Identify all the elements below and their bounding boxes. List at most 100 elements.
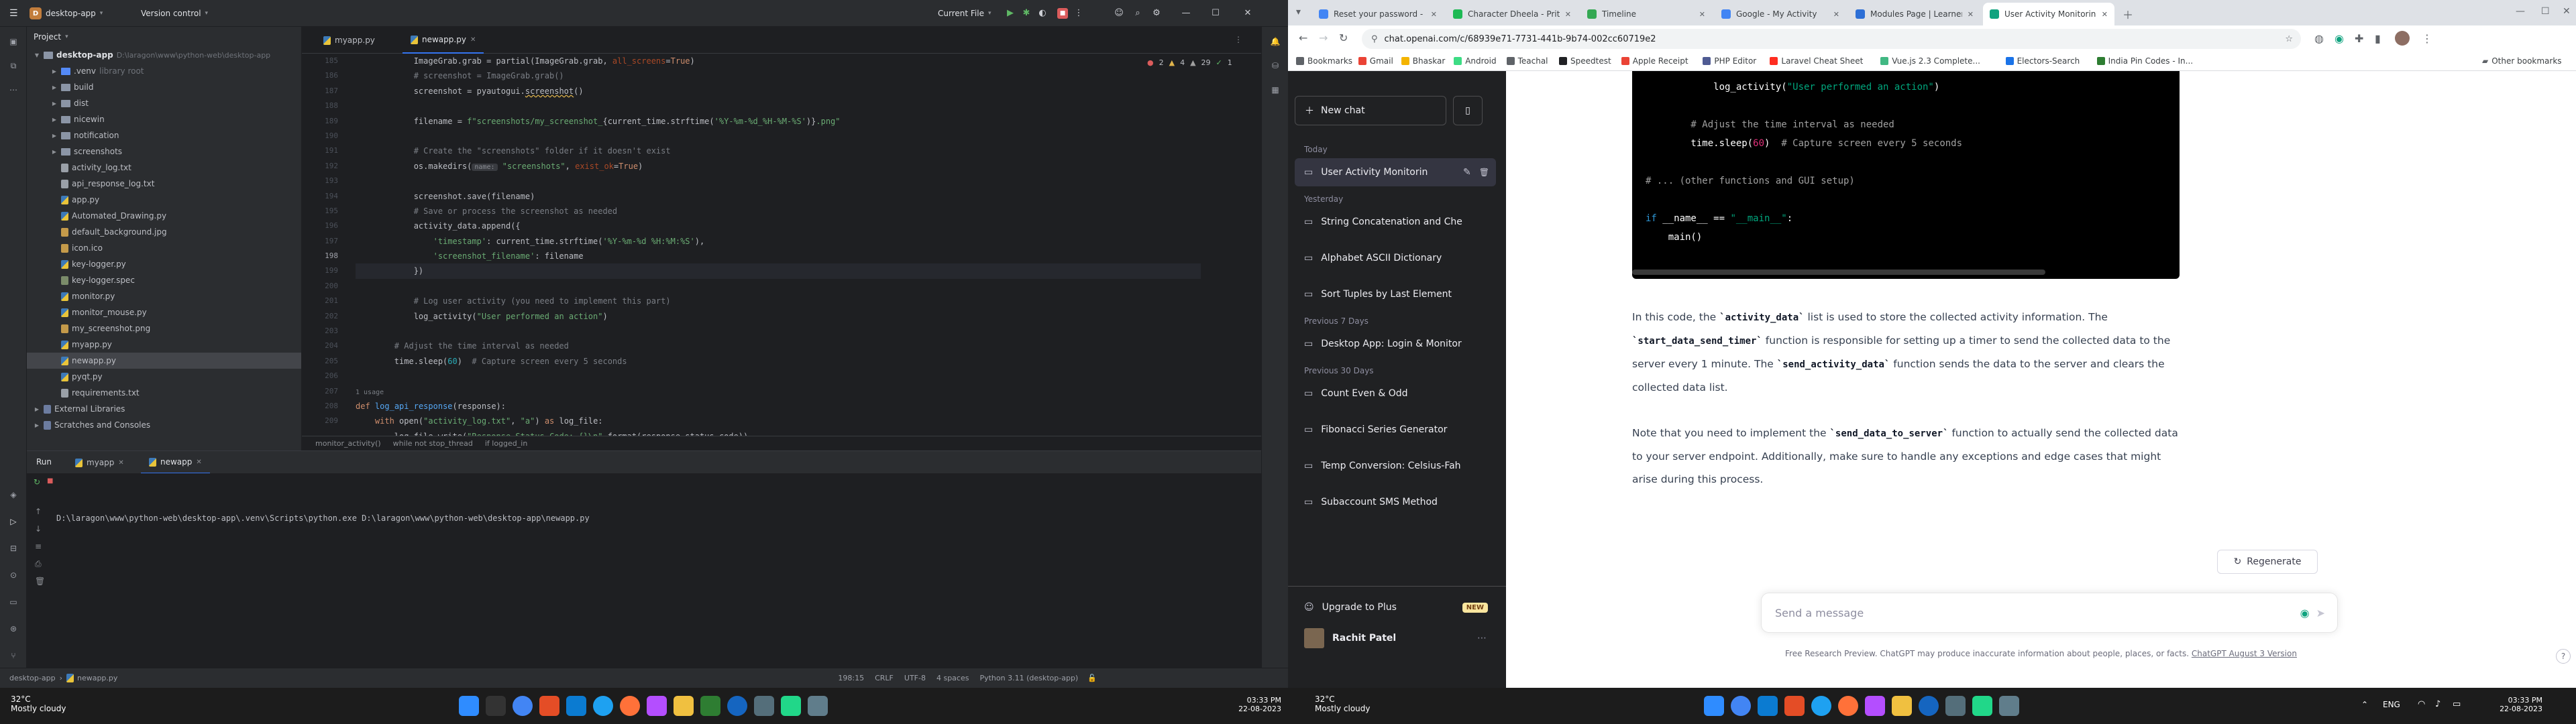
bookmark-item[interactable]: Vue.js 2.3 Complete... [1880, 55, 1980, 67]
bookmark-item[interactable]: Speedtest [1559, 55, 1611, 67]
git-icon[interactable]: ⑂ [8, 650, 19, 661]
bookmark-item[interactable]: Laravel Cheat Sheet [1770, 55, 1863, 67]
puzzle-icon[interactable]: ✚ [2355, 32, 2363, 45]
conversation-item[interactable]: ▭ String Concatenation and Che [1295, 208, 1496, 236]
soft-wrap-icon[interactable]: ≡ [35, 542, 42, 551]
tab-search-icon[interactable]: ▾ [1296, 7, 1301, 17]
close-icon[interactable]: ✕ [2563, 6, 2571, 17]
app-icon[interactable] [754, 696, 774, 716]
send-icon[interactable]: ➤ [2316, 607, 2325, 619]
minimize-icon[interactable]: — [1181, 8, 1191, 19]
profile-avatar[interactable] [2395, 31, 2410, 46]
debug-icon[interactable]: ✱ [1021, 8, 1032, 19]
tree-item[interactable]: requirements.txt [27, 385, 301, 401]
run-tool-icon[interactable]: ▷ [8, 516, 19, 527]
more-icon[interactable]: ⋯ [1477, 633, 1487, 644]
new-chat-button[interactable]: ＋ New chat [1295, 96, 1446, 125]
weather-widget[interactable]: 32°C Mostly cloudy [11, 695, 66, 713]
maximize-icon[interactable]: ☐ [2541, 6, 2550, 17]
run-icon[interactable]: ▶ [1005, 8, 1016, 19]
browser-tab[interactable]: Character Dheela - Pritam... ✕ [1446, 3, 1578, 25]
edge-app-icon[interactable] [593, 696, 613, 716]
sciview-icon[interactable]: ▦ [1270, 84, 1281, 95]
chrome-app-icon[interactable] [513, 696, 533, 716]
close-icon[interactable]: ✕ [118, 459, 123, 467]
code-scrollbar[interactable] [1632, 269, 2045, 275]
back-icon[interactable]: ← [1299, 32, 1307, 44]
bookmark-item[interactable]: Apple Receipt [1621, 55, 1688, 67]
stop-icon[interactable]: ■ [1057, 8, 1068, 19]
tree-item[interactable]: activity_log.txt [27, 160, 301, 176]
app-icon[interactable] [539, 696, 559, 716]
bookmark-item[interactable]: PHP Editor [1703, 55, 1756, 67]
coverage-icon[interactable]: ◐ [1037, 8, 1048, 19]
weather-widget[interactable]: 32°C Mostly cloudy [1315, 695, 1371, 713]
tree-item[interactable]: default_background.jpg [27, 224, 301, 240]
conversation-item[interactable]: ▭ Fibonacci Series Generator [1295, 416, 1496, 444]
print-icon[interactable]: ⎙ [35, 559, 42, 569]
line-separator[interactable]: CRLF [875, 674, 894, 682]
firefox-app-icon[interactable] [1838, 696, 1858, 716]
browser-tab[interactable]: Modules Page | Learner ✕ [1849, 3, 1980, 25]
tree-item[interactable]: my_screenshot.png [27, 320, 301, 337]
status-path-root[interactable]: desktop-app [9, 674, 56, 682]
project-tool-icon[interactable]: ▣ [8, 36, 19, 47]
tree-item[interactable]: Automated_Drawing.py [27, 208, 301, 224]
tree-item[interactable]: ▶ .venv library root [27, 63, 301, 79]
tree-item[interactable]: ▶ dist [27, 95, 301, 111]
forward-icon[interactable]: → [1319, 32, 1328, 44]
grammar-extension-icon[interactable]: ◉ [2300, 607, 2310, 619]
bookmark-item[interactable]: Teachal [1506, 55, 1548, 67]
app-icon[interactable] [1758, 696, 1778, 716]
app-icon[interactable] [1999, 696, 2019, 716]
tree-item[interactable]: ▶ Scratches and Consoles [27, 417, 301, 433]
app-icon[interactable] [566, 696, 586, 716]
app-icon[interactable] [1945, 696, 1966, 716]
more-vertical-icon[interactable]: ⋮ [2422, 32, 2432, 45]
gear-icon[interactable]: ⚙ [1151, 8, 1162, 19]
edit-icon[interactable]: ✎ [1463, 167, 1471, 178]
breadcrumb-item[interactable]: while not stop_thread [393, 439, 473, 448]
tree-item[interactable]: key-logger.py [27, 256, 301, 272]
firefox-app-icon[interactable] [620, 696, 640, 716]
bookmark-item[interactable]: Android [1454, 55, 1497, 67]
breadcrumb-item[interactable]: if logged_in [485, 439, 527, 448]
python-packages-icon[interactable]: ◈ [8, 489, 19, 500]
more-vertical-icon[interactable]: ⋮ [1073, 8, 1084, 19]
site-info-icon[interactable]: ⚲ [1371, 34, 1378, 44]
database-icon[interactable]: ⛁ [1270, 60, 1281, 71]
input-language[interactable]: ENG [2383, 700, 2400, 709]
trash-icon[interactable]: 🗑 [1479, 168, 1489, 177]
more-tools-icon[interactable]: ⋯ [8, 84, 19, 95]
python-interpreter[interactable]: Python 3.11 (desktop-app) [979, 674, 1078, 682]
help-icon[interactable]: ? [2556, 649, 2571, 664]
trash-icon[interactable]: 🗑 [35, 577, 45, 586]
version-link[interactable]: ChatGPT August 3 Version [2192, 649, 2297, 658]
more-vertical-icon[interactable]: ⋮ [1234, 35, 1242, 44]
conversation-item[interactable]: ▭ Temp Conversion: Celsius-Fah [1295, 452, 1496, 480]
search-icon[interactable]: ⌕ [1132, 8, 1143, 19]
rerun-icon[interactable]: ↻ [34, 477, 40, 487]
browser-tab[interactable]: Timeline ✕ [1580, 3, 1712, 25]
user-menu[interactable]: Rachit Patel ⋯ [1295, 624, 1496, 652]
bookmark-item[interactable]: India Pin Codes - In... [2096, 55, 2193, 67]
close-icon[interactable]: ✕ [1833, 10, 1839, 19]
project-panel-header[interactable]: Project ▾ [27, 27, 301, 47]
app-icon[interactable] [647, 696, 667, 716]
close-icon[interactable]: ✕ [1565, 10, 1571, 19]
app-icon[interactable] [1865, 696, 1885, 716]
status-path-file[interactable]: newapp.py [77, 674, 117, 682]
edge-app-icon[interactable] [1811, 696, 1831, 716]
lock-icon[interactable]: 🔓 [1087, 674, 1097, 682]
browser-tab[interactable]: Reset your password - raj4r... ✕ [1312, 3, 1444, 25]
extension-icon[interactable]: ◉ [2334, 32, 2344, 45]
python-console-icon[interactable]: ⊟ [8, 543, 19, 554]
tree-root[interactable]: ▼ desktop-app D:\laragon\www\python-web\… [27, 47, 301, 63]
tree-item[interactable]: ▶ notification [27, 127, 301, 143]
windows-start-icon[interactable] [459, 696, 479, 716]
app-icon[interactable] [808, 696, 828, 716]
battery-icon[interactable]: ▭ [2453, 699, 2461, 709]
clock[interactable]: 03:33 PM 22-08-2023 [1221, 696, 1281, 713]
scroll-down-icon[interactable]: ↓ [35, 524, 42, 534]
run-tab-myapp[interactable]: myapp ✕ [67, 451, 132, 474]
